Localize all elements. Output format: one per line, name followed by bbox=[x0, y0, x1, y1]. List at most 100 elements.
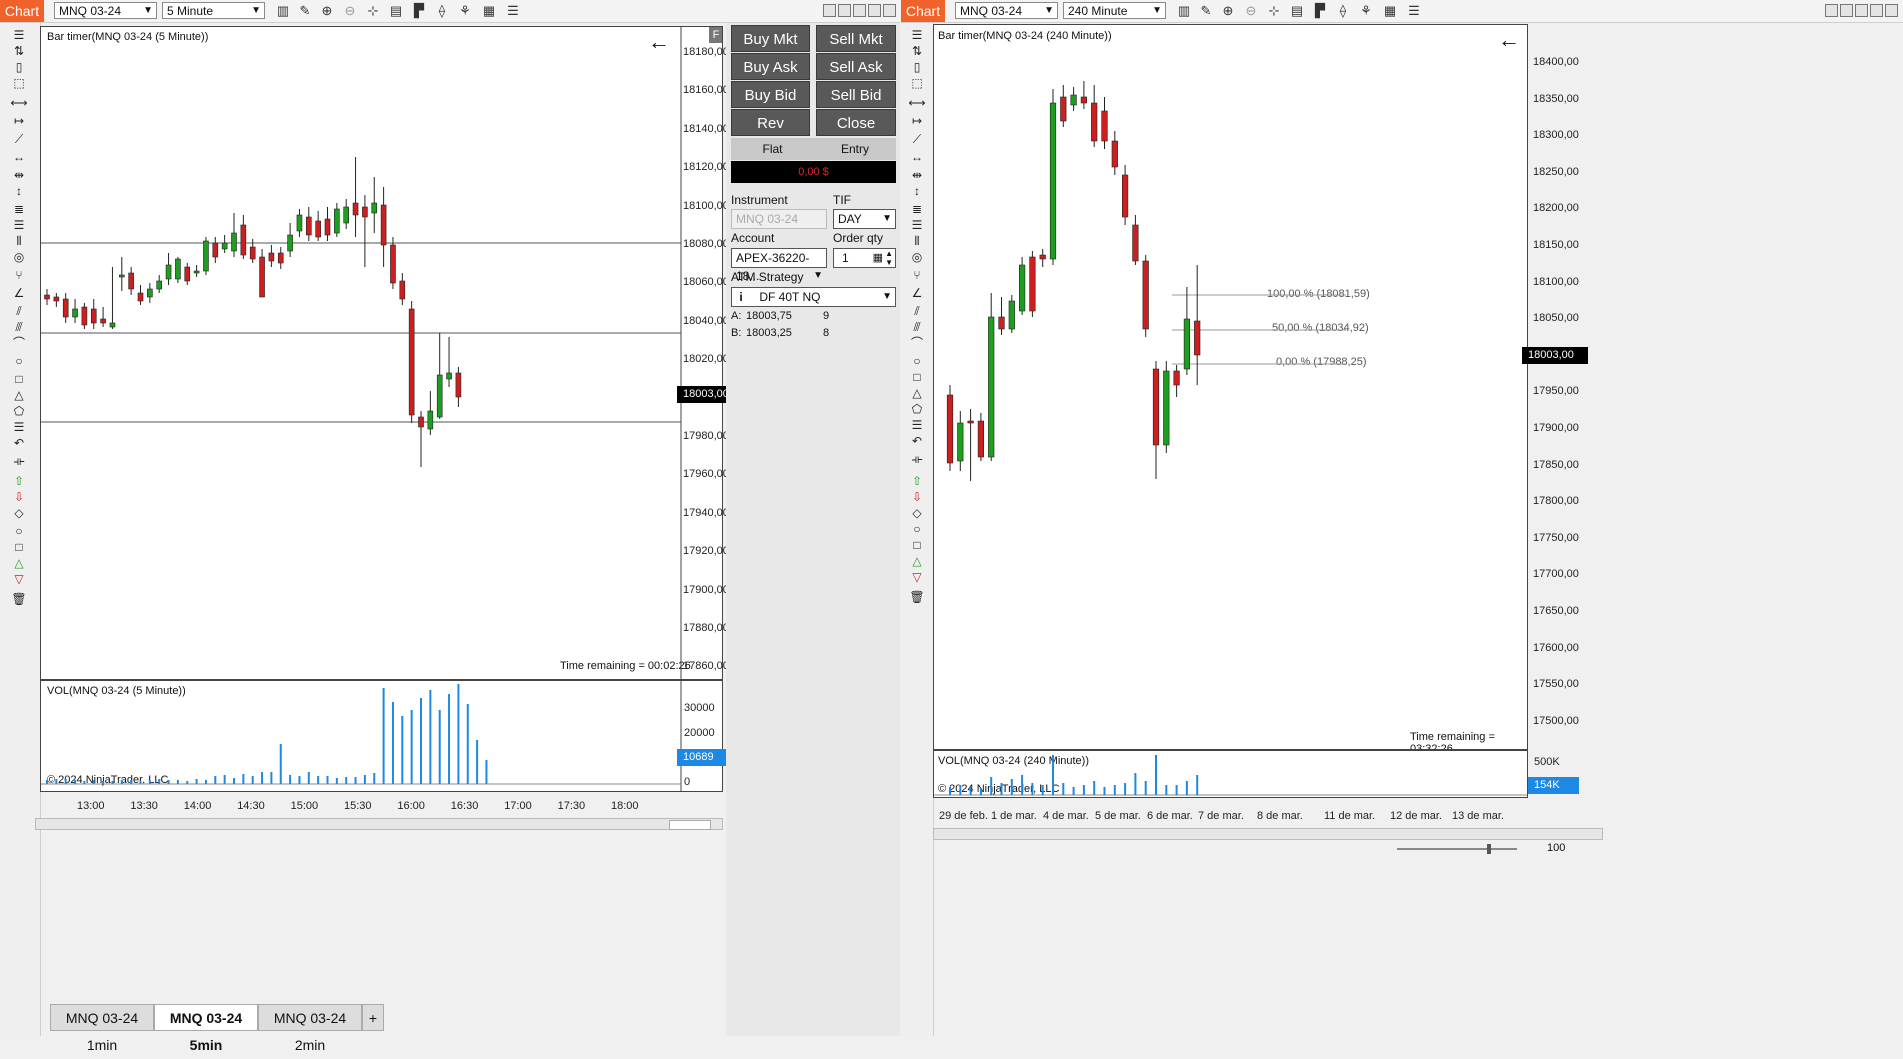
arrow-up-icon[interactable]: ⇧ bbox=[907, 473, 927, 489]
strategies-icon[interactable]: ⚘ bbox=[457, 3, 473, 19]
properties-icon[interactable]: ▦ bbox=[481, 3, 497, 19]
account-select[interactable]: APEX-36220-18... ▼ bbox=[731, 248, 827, 283]
triangle-icon[interactable]: △ bbox=[907, 385, 927, 401]
minimize-icon[interactable] bbox=[1855, 4, 1868, 17]
time-cycles-icon[interactable]: ⦀ bbox=[907, 233, 927, 249]
crosshair-icon[interactable]: ⊹ bbox=[365, 3, 381, 19]
trend-channel-icon[interactable]: ⫻ bbox=[907, 319, 927, 335]
line-icon[interactable]: ⟷ bbox=[9, 95, 29, 111]
ruler-icon[interactable]: ⟛ bbox=[9, 453, 29, 469]
window-linking-icon[interactable] bbox=[1825, 4, 1838, 17]
window-linking-icon[interactable] bbox=[823, 4, 836, 17]
triangle-down-icon[interactable]: ▽ bbox=[9, 571, 29, 587]
vertical-line-icon[interactable]: ↕ bbox=[907, 183, 927, 199]
region-icon[interactable]: ⬚ bbox=[9, 75, 29, 91]
window-group-icon[interactable] bbox=[1840, 4, 1853, 17]
atm-strategy-select[interactable]: i DF 40T NQ ▼ bbox=[731, 287, 896, 307]
path-icon[interactable]: ↶ bbox=[907, 433, 927, 449]
chart-menu-button[interactable]: Chart bbox=[0, 0, 44, 22]
calculator-icon[interactable]: ▦ bbox=[873, 249, 883, 267]
fib-extension-icon[interactable]: ☰ bbox=[907, 217, 927, 233]
polygon-icon[interactable]: ⬠ bbox=[9, 403, 29, 419]
strategies-icon[interactable]: ⚘ bbox=[1358, 3, 1374, 19]
arrow-line-icon[interactable]: ⇹ bbox=[9, 167, 29, 183]
arrow-up-icon[interactable]: ⇧ bbox=[9, 473, 29, 489]
stepper-arrows-icon[interactable]: ▲ ▼ bbox=[885, 249, 893, 267]
trend-channel-icon[interactable]: ⫻ bbox=[9, 319, 29, 335]
buy-ask-button[interactable]: Buy Ask bbox=[731, 53, 810, 80]
dot-icon[interactable]: ○ bbox=[907, 521, 927, 537]
scroll-icon[interactable]: ⇅ bbox=[9, 43, 29, 59]
fib-extension-icon[interactable]: ☰ bbox=[9, 217, 29, 233]
right-price-panel[interactable]: Bar timer(MNQ 03-24 (240 Minute)) ← Time… bbox=[933, 24, 1528, 750]
fib-circle-icon[interactable]: ◎ bbox=[907, 249, 927, 265]
region-icon[interactable]: ⬚ bbox=[907, 75, 927, 91]
indicators-icon[interactable]: ⟠ bbox=[1335, 3, 1351, 19]
select-icon[interactable]: ▯ bbox=[907, 59, 927, 75]
fib-circle-icon[interactable]: ◎ bbox=[9, 249, 29, 265]
ellipse-icon[interactable]: ○ bbox=[907, 353, 927, 369]
extended-line-icon[interactable]: ⟋ bbox=[907, 131, 927, 147]
andrews-pitchfork-icon[interactable]: ⑂ bbox=[907, 267, 927, 283]
instrument-field[interactable]: MNQ 03-24 bbox=[731, 209, 827, 229]
arc-icon[interactable]: ⌒ bbox=[9, 335, 29, 351]
select-icon[interactable]: ▯ bbox=[9, 59, 29, 75]
triangle-down-icon[interactable]: ▽ bbox=[907, 569, 927, 585]
path-icon[interactable]: ↶ bbox=[9, 435, 29, 451]
tif-select[interactable]: DAY ▼ bbox=[833, 209, 896, 229]
bar-type-icon[interactable]: ▥ bbox=[275, 3, 291, 19]
zoom-out-icon[interactable]: ⊖ bbox=[342, 3, 358, 19]
rectangle-icon[interactable]: □ bbox=[907, 369, 927, 385]
templates-icon[interactable]: ☰ bbox=[1406, 3, 1422, 19]
minimize-icon[interactable] bbox=[853, 4, 866, 17]
horizontal-line-icon[interactable]: ↔ bbox=[907, 149, 927, 165]
left-horizontal-scrollbar[interactable] bbox=[35, 818, 723, 830]
left-volume-panel[interactable]: VOL(MNQ 03-24 (5 Minute)) © 2024 NinjaTr… bbox=[40, 680, 723, 792]
right-volume-panel[interactable]: VOL(MNQ 03-24 (240 Minute)) © 2024 Ninja… bbox=[933, 750, 1528, 798]
templates-icon[interactable]: ☰ bbox=[505, 3, 521, 19]
ray-icon[interactable]: ↦ bbox=[9, 113, 29, 129]
instrument-selector[interactable]: MNQ 03-24 ▼ bbox=[54, 2, 157, 19]
horizontal-line-icon[interactable]: ↔ bbox=[9, 149, 29, 165]
trash-icon[interactable]: 🗑 bbox=[9, 591, 29, 607]
close-position-button[interactable]: Close bbox=[816, 109, 896, 136]
andrews-pitchfork-icon[interactable]: ⑂ bbox=[9, 267, 29, 283]
square-icon[interactable]: □ bbox=[907, 537, 927, 553]
maximize-icon[interactable] bbox=[1870, 4, 1883, 17]
zoom-in-icon[interactable]: ⊕ bbox=[1220, 3, 1236, 19]
zoom-out-icon[interactable]: ⊖ bbox=[1243, 3, 1259, 19]
trash-icon[interactable]: 🗑 bbox=[907, 589, 927, 605]
square-icon[interactable]: □ bbox=[9, 539, 29, 555]
ellipse-icon[interactable]: ○ bbox=[9, 353, 29, 369]
dot-icon[interactable]: ○ bbox=[9, 523, 29, 539]
gann-fan-icon[interactable]: ∠ bbox=[9, 285, 29, 301]
add-tab-button[interactable]: + bbox=[362, 1004, 384, 1031]
sell-bid-button[interactable]: Sell Bid bbox=[816, 81, 896, 108]
fibonacci-icon[interactable]: ≣ bbox=[9, 201, 29, 217]
line-icon[interactable]: ⟷ bbox=[907, 95, 927, 111]
data-box-icon[interactable]: ▤ bbox=[388, 3, 404, 19]
maximize-icon[interactable] bbox=[868, 4, 881, 17]
chart-menu-button[interactable]: Chart bbox=[901, 0, 945, 22]
ray-icon[interactable]: ↦ bbox=[907, 113, 927, 129]
tab-mnq-1min[interactable]: MNQ 03-24 1min bbox=[50, 1004, 154, 1053]
interval-selector[interactable]: 240 Minute ▼ bbox=[1063, 2, 1166, 19]
arrow-line-icon[interactable]: ⇹ bbox=[907, 167, 927, 183]
bar-type-icon[interactable]: ▥ bbox=[1176, 3, 1192, 19]
scroll-thumb[interactable] bbox=[669, 820, 711, 830]
diamond-icon[interactable]: ◇ bbox=[9, 505, 29, 521]
gann-fan-icon[interactable]: ∠ bbox=[907, 285, 927, 301]
buy-market-button[interactable]: Buy Mkt bbox=[731, 25, 810, 52]
arrow-down-icon[interactable]: ⇩ bbox=[9, 489, 29, 505]
instrument-selector[interactable]: MNQ 03-24 ▼ bbox=[955, 2, 1058, 19]
toolbar-header-icon[interactable]: ☰ bbox=[907, 27, 927, 43]
text-icon[interactable]: ☰ bbox=[9, 419, 29, 435]
properties-icon[interactable]: ▦ bbox=[1382, 3, 1398, 19]
close-icon[interactable] bbox=[883, 4, 896, 17]
diamond-icon[interactable]: ◇ bbox=[907, 505, 927, 521]
reverse-button[interactable]: Rev bbox=[731, 109, 810, 136]
triangle-up-icon[interactable]: △ bbox=[907, 553, 927, 569]
crosshair-icon[interactable]: ⊹ bbox=[1266, 3, 1282, 19]
arc-icon[interactable]: ⌒ bbox=[907, 335, 927, 351]
buy-bid-button[interactable]: Buy Bid bbox=[731, 81, 810, 108]
